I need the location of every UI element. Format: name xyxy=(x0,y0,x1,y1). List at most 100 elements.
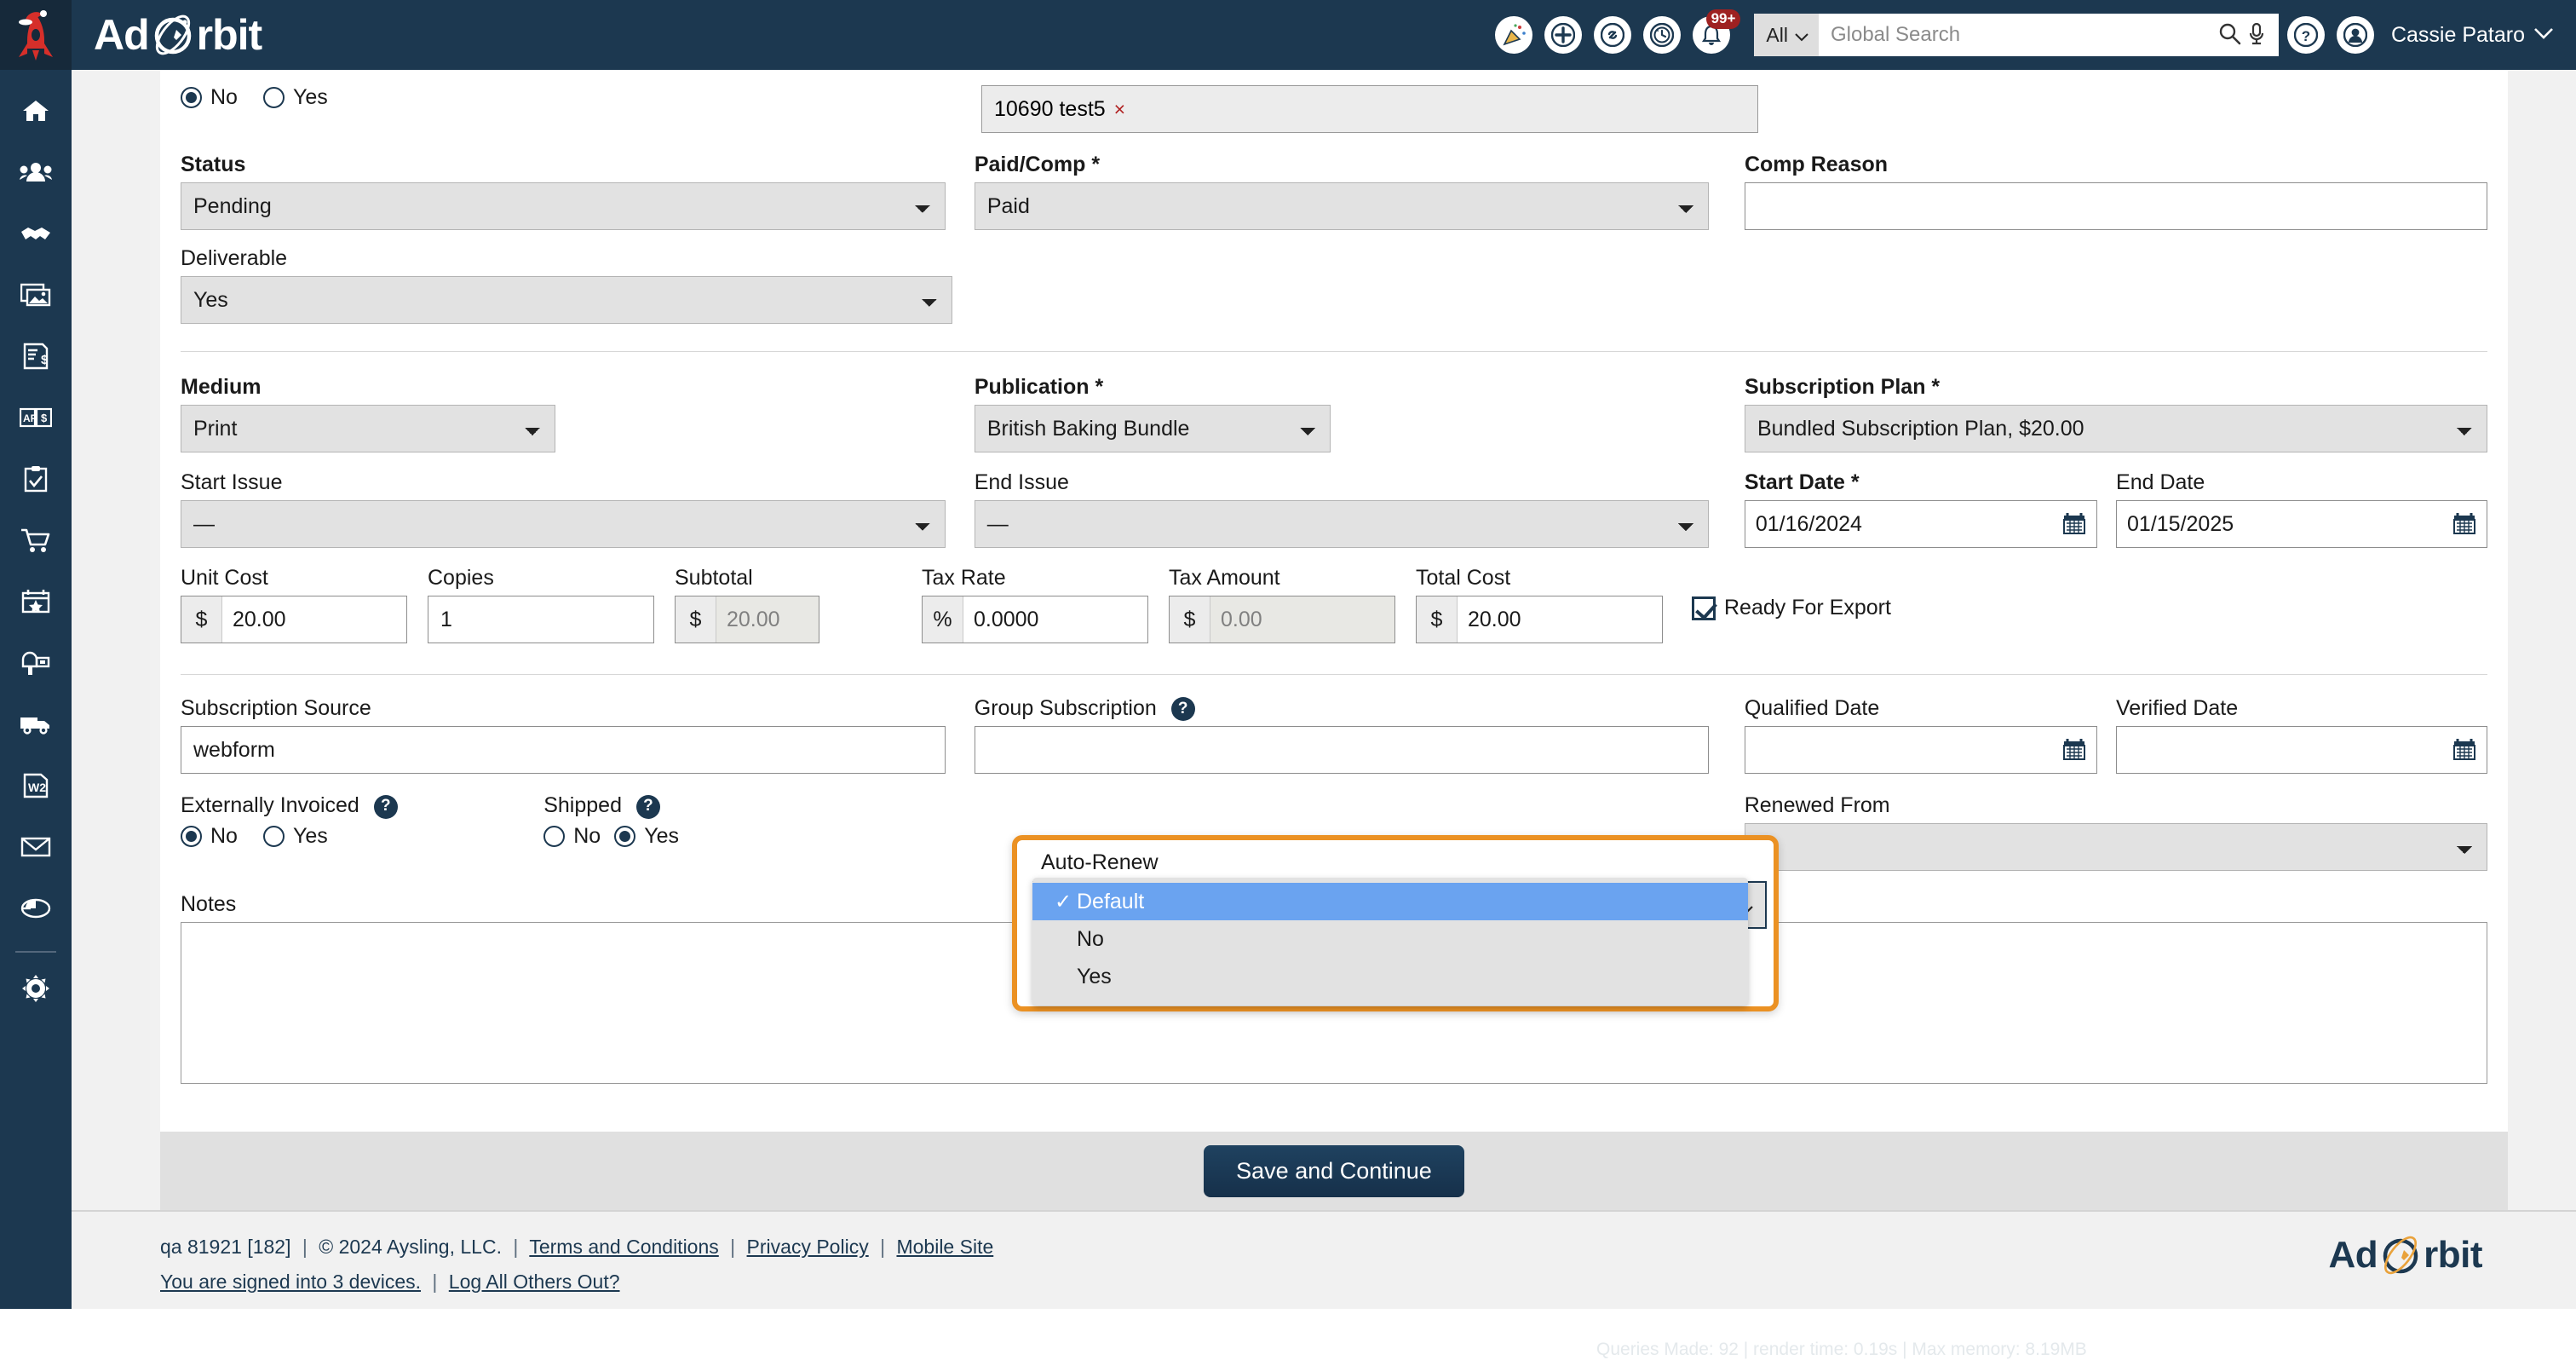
app-logo-tile[interactable] xyxy=(0,0,72,70)
top-radio-no[interactable]: No xyxy=(181,85,238,110)
row-status: Status Pending Paid/Comp * Paid Comp Rea… xyxy=(181,133,2487,230)
end-date-label: End Date xyxy=(2116,470,2487,495)
qualified-date-input[interactable] xyxy=(1745,726,2097,774)
orbit-planet-icon xyxy=(2379,1232,2422,1278)
history-clock-icon[interactable] xyxy=(1643,16,1681,54)
bell-icon[interactable]: 99+ xyxy=(1693,16,1730,54)
help-icon[interactable]: ? xyxy=(1171,697,1195,721)
paid-comp-select[interactable]: Paid xyxy=(975,182,1709,230)
tax-rate-label: Tax Rate xyxy=(922,565,1148,591)
sidebar-item-deals[interactable] xyxy=(0,205,72,266)
subscription-plan-select[interactable]: Bundled Subscription Plan, $20.00 xyxy=(1745,405,2487,452)
sidebar-item-settings[interactable] xyxy=(0,959,72,1021)
sidebar-item-events[interactable] xyxy=(0,573,72,634)
calendar-icon[interactable] xyxy=(2453,738,2475,764)
help-icon[interactable]: ? xyxy=(374,795,398,819)
user-menu-chevron-icon[interactable] xyxy=(2533,27,2554,43)
selected-entity-chip[interactable]: 10690 test5 × xyxy=(981,85,1758,133)
subscription-plan-field: Subscription Plan * Bundled Subscription… xyxy=(1745,374,2487,452)
sidebar-item-orders[interactable] xyxy=(0,511,72,573)
tax-rate-input[interactable] xyxy=(963,596,1147,643)
privacy-policy-link[interactable]: Privacy Policy xyxy=(747,1236,869,1258)
sidebar-item-shipping[interactable] xyxy=(0,695,72,757)
tax-amount-group: $ xyxy=(1169,596,1395,643)
copies-label: Copies xyxy=(428,565,654,591)
signed-in-devices-link[interactable]: You are signed into 3 devices. xyxy=(160,1271,421,1293)
medium-select[interactable]: Print xyxy=(181,405,555,452)
help-question-icon[interactable]: ? xyxy=(2287,16,2325,54)
start-date-input[interactable] xyxy=(1745,500,2097,548)
sidebar-item-tax-forms[interactable]: W2 xyxy=(0,757,72,818)
search-icon[interactable] xyxy=(2217,21,2241,49)
log-all-others-out-link[interactable]: Log All Others Out? xyxy=(449,1271,620,1293)
auto-renew-options-menu: ✓ Default No Yes xyxy=(1032,878,1748,1006)
shipped-no[interactable]: No xyxy=(543,824,601,849)
sidebar-item-contacts[interactable] xyxy=(0,143,72,205)
sidebar-item-reports[interactable] xyxy=(0,879,72,941)
renewed-from-label: Renewed From xyxy=(1745,792,2487,818)
end-issue-select[interactable]: — xyxy=(975,500,1709,548)
verified-date-wrapper xyxy=(2116,726,2487,774)
row-costs: Unit Cost $ Copies Subtotal $ xyxy=(181,548,2487,643)
subscription-source-input[interactable] xyxy=(181,726,946,774)
unit-cost-input[interactable] xyxy=(222,596,406,643)
brand-wordmark: Ad rbit xyxy=(94,11,262,59)
calendar-icon[interactable] xyxy=(2063,738,2085,764)
help-icon[interactable]: ? xyxy=(636,795,660,819)
shipped-yes[interactable]: Yes xyxy=(614,824,679,849)
qualified-date-label: Qualified Date xyxy=(1745,695,2097,721)
sidebar-item-billing[interactable]: $ xyxy=(0,327,72,389)
copies-field: Copies xyxy=(428,565,675,643)
terms-and-conditions-link[interactable]: Terms and Conditions xyxy=(529,1236,718,1258)
microphone-icon[interactable] xyxy=(2246,21,2267,49)
sidebar-item-subscriptions[interactable] xyxy=(0,634,72,695)
mobile-site-link[interactable]: Mobile Site xyxy=(896,1236,993,1258)
ready-for-export-checkbox-row[interactable]: Ready For Export xyxy=(1692,596,1918,620)
status-select[interactable]: Pending xyxy=(181,182,946,230)
save-and-continue-button[interactable]: Save and Continue xyxy=(1204,1145,1464,1197)
group-subscription-input[interactable] xyxy=(975,726,1709,774)
avatar[interactable] xyxy=(2337,16,2374,54)
sidebar-item-home[interactable] xyxy=(0,82,72,143)
publication-select[interactable]: British Baking Bundle xyxy=(975,405,1331,452)
calendar-icon[interactable] xyxy=(2063,512,2085,539)
tax-rate-group: % xyxy=(922,596,1148,643)
verified-date-input[interactable] xyxy=(2116,726,2487,774)
plus-icon[interactable] xyxy=(1544,16,1582,54)
top-radio-yes[interactable]: Yes xyxy=(263,85,328,110)
sidebar-item-tasks[interactable] xyxy=(0,450,72,511)
search-scope-dropdown[interactable]: All xyxy=(1754,14,1819,56)
medium-field: Medium Print xyxy=(181,374,975,452)
link-icon[interactable] xyxy=(1594,16,1631,54)
sidebar-item-email[interactable] xyxy=(0,818,72,879)
status-label: Status xyxy=(181,152,946,177)
copies-input[interactable] xyxy=(428,596,653,643)
chip-remove-icon[interactable]: × xyxy=(1114,98,1125,121)
externally-invoiced-no[interactable]: No xyxy=(181,824,238,849)
start-issue-select[interactable]: — xyxy=(181,500,946,548)
auto-renew-option-no[interactable]: No xyxy=(1032,920,1748,958)
search-input-wrapper[interactable]: Global Search xyxy=(1819,14,2279,56)
externally-invoiced-yes[interactable]: Yes xyxy=(263,824,328,849)
shipped-label: Shipped ? xyxy=(543,792,975,818)
sidebar-item-media[interactable] xyxy=(0,266,72,327)
deliverable-select[interactable]: Yes xyxy=(181,276,952,324)
medium-label: Medium xyxy=(181,374,946,400)
calendar-icon[interactable] xyxy=(2453,512,2475,539)
auto-renew-option-default[interactable]: ✓ Default xyxy=(1032,883,1748,920)
end-date-input[interactable] xyxy=(2116,500,2487,548)
radio-indicator-no xyxy=(181,87,202,108)
auto-renew-option-yes[interactable]: Yes xyxy=(1032,958,1748,995)
footer-line-2: You are signed into 3 devices. | Log All… xyxy=(160,1271,2576,1294)
footer-logo-orbit-text: rbit xyxy=(2424,1234,2482,1276)
renewed-from-select[interactable]: — xyxy=(1745,823,2487,871)
unit-cost-group: $ xyxy=(181,596,407,643)
shipped-no-label: No xyxy=(573,824,601,849)
total-cost-input[interactable] xyxy=(1458,596,1662,643)
search-input[interactable]: Global Search xyxy=(1831,23,2212,47)
sidebar-item-ap-ar[interactable]: AP $ xyxy=(0,389,72,450)
ready-for-export-label: Ready For Export xyxy=(1724,596,1891,620)
start-date-wrapper xyxy=(1745,500,2097,548)
comp-reason-input[interactable] xyxy=(1745,182,2487,230)
party-popper-icon[interactable] xyxy=(1495,16,1532,54)
